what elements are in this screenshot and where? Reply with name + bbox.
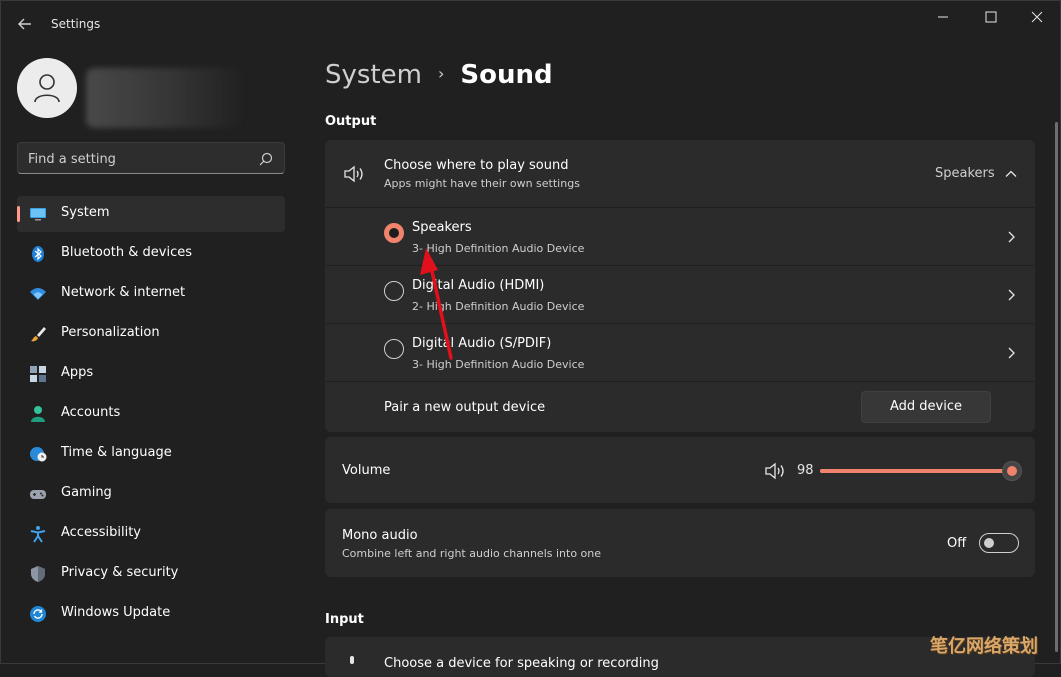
sidebar-item-label: Privacy & security — [61, 565, 179, 580]
pair-device-label: Pair a new output device — [384, 400, 546, 415]
brush-icon — [31, 327, 46, 342]
selection-indicator — [17, 206, 20, 222]
title-bar: Settings — [0, 0, 1061, 48]
sidebar-item-gaming[interactable]: Gaming — [17, 476, 285, 512]
search-box[interactable] — [17, 142, 285, 174]
device-detail: 3- High Definition Audio Device — [412, 358, 585, 371]
accessibility-icon — [30, 526, 46, 543]
watermark: 笔亿网络策划 — [930, 636, 1038, 657]
update-icon — [30, 606, 46, 622]
sidebar-item-label: Windows Update — [61, 605, 171, 620]
toggle-knob — [984, 538, 994, 548]
breadcrumb-separator: › — [437, 64, 445, 83]
output-device-row[interactable]: Speakers 3- High Definition Audio Device — [325, 208, 1035, 265]
volume-slider-fill — [820, 469, 1013, 473]
output-chooser-title: Choose where to play sound — [384, 158, 569, 173]
sidebar-item-network[interactable]: Network & internet — [17, 276, 285, 312]
output-device-row[interactable]: Digital Audio (S/PDIF) 3- High Definitio… — [325, 324, 1035, 381]
output-chooser-header[interactable]: Choose where to play sound Apps might ha… — [325, 140, 1035, 207]
sidebar-item-label: Accessibility — [61, 525, 141, 540]
sidebar-item-label: System — [61, 205, 110, 220]
maximize-button[interactable] — [968, 4, 1014, 30]
minimize-icon — [938, 16, 948, 18]
output-device-row[interactable]: Digital Audio (HDMI) 2- High Definition … — [325, 266, 1035, 323]
device-radio[interactable] — [384, 339, 404, 359]
output-chooser-subtitle: Apps might have their own settings — [384, 177, 580, 190]
chevron-right-icon[interactable] — [1004, 346, 1018, 360]
avatar[interactable] — [17, 58, 77, 118]
sidebar-item-label: Bluetooth & devices — [61, 245, 192, 260]
volume-slider-thumb[interactable] — [1002, 461, 1023, 481]
bluetooth-icon — [32, 246, 44, 262]
search-icon[interactable] — [258, 151, 274, 167]
gamepad-icon — [30, 490, 46, 499]
apps-icon — [30, 366, 46, 382]
chevron-up-icon[interactable] — [1004, 167, 1018, 181]
minimize-button[interactable] — [920, 4, 966, 30]
volume-slider[interactable] — [820, 461, 1023, 481]
input-section-title: Input — [325, 612, 364, 627]
sidebar-item-label: Personalization — [61, 325, 160, 340]
back-arrow-icon — [18, 18, 31, 30]
profile-info-redacted — [86, 68, 242, 128]
breadcrumb-parent[interactable]: System — [325, 60, 422, 90]
back-button[interactable] — [14, 13, 36, 35]
device-radio[interactable] — [384, 281, 404, 301]
mono-audio-state: Off — [947, 536, 967, 551]
microphone-icon — [350, 656, 354, 664]
sidebar-item-accounts[interactable]: Accounts — [17, 396, 285, 432]
user-icon — [34, 74, 60, 103]
sidebar-item-accessibility[interactable]: Accessibility — [17, 516, 285, 552]
sidebar-item-label: Accounts — [61, 405, 121, 420]
sidebar-item-label: Gaming — [61, 485, 112, 500]
mono-audio-subtitle: Combine left and right audio channels in… — [342, 547, 602, 560]
sidebar-item-privacy[interactable]: Privacy & security — [17, 556, 285, 592]
speaker-icon — [344, 165, 363, 183]
sidebar-item-system[interactable]: System — [17, 196, 285, 232]
mono-audio-title: Mono audio — [342, 528, 418, 543]
sidebar-item-apps[interactable]: Apps — [17, 356, 285, 392]
device-detail: 2- High Definition Audio Device — [412, 300, 585, 313]
chevron-right-icon[interactable] — [1004, 230, 1018, 244]
sidebar-item-personalization[interactable]: Personalization — [17, 316, 285, 352]
close-button[interactable] — [1013, 4, 1059, 30]
wifi-icon — [30, 288, 46, 300]
scrollbar[interactable] — [1055, 122, 1058, 652]
device-name: Digital Audio (HDMI) — [412, 278, 545, 293]
app-title: Settings — [51, 17, 101, 31]
mono-audio-card — [325, 509, 1035, 577]
globe-clock-icon — [30, 447, 47, 462]
output-section-title: Output — [325, 114, 377, 129]
sidebar-item-label: Network & internet — [61, 285, 186, 300]
device-detail: 3- High Definition Audio Device — [412, 242, 585, 255]
shield-icon — [31, 566, 45, 582]
sidebar-item-label: Time & language — [61, 445, 172, 460]
chevron-right-icon[interactable] — [1004, 288, 1018, 302]
sidebar-nav: System Bluetooth & devices Network & int… — [17, 196, 285, 636]
monitor-icon — [30, 208, 46, 221]
selected-output-label: Speakers — [935, 166, 995, 181]
page-title: Sound — [460, 60, 553, 90]
maximize-icon — [985, 11, 997, 23]
volume-speaker-icon[interactable] — [764, 462, 786, 480]
breadcrumb: System › Sound — [325, 60, 553, 90]
add-device-button[interactable]: Add device — [861, 391, 991, 423]
sidebar-item-windows-update[interactable]: Windows Update — [17, 596, 285, 632]
divider — [326, 381, 1034, 382]
volume-label: Volume — [342, 463, 391, 478]
device-radio-selected[interactable] — [384, 223, 404, 243]
person-icon — [31, 406, 45, 422]
device-name: Speakers — [412, 220, 472, 235]
mono-audio-toggle[interactable] — [979, 533, 1019, 553]
sidebar-item-label: Apps — [61, 365, 94, 380]
sidebar-item-bluetooth[interactable]: Bluetooth & devices — [17, 236, 285, 272]
volume-value: 98 — [797, 463, 814, 478]
device-name: Digital Audio (S/PDIF) — [412, 336, 552, 351]
sidebar-item-time-language[interactable]: Time & language — [17, 436, 285, 472]
close-icon — [1031, 11, 1043, 23]
search-input[interactable] — [28, 149, 248, 169]
